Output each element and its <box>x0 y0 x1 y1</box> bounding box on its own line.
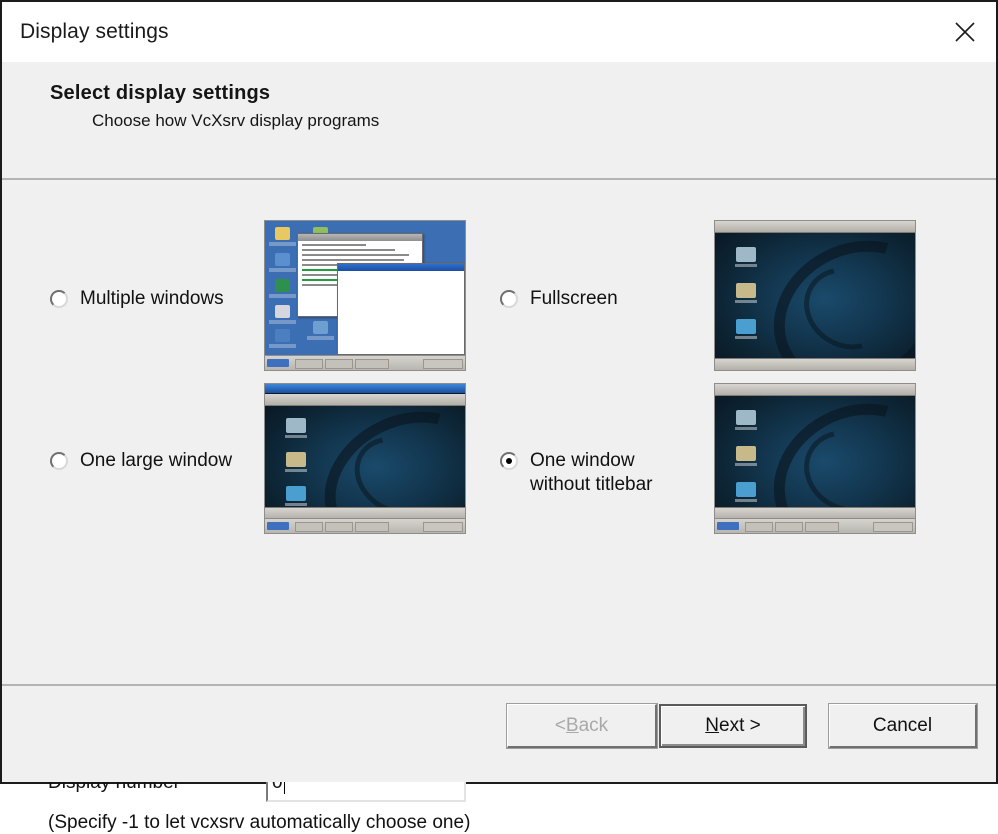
option-label-fullscreen: Fullscreen <box>530 288 618 309</box>
option-fullscreen[interactable]: Fullscreen <box>500 287 618 311</box>
debian-desktop-no-titlebar-preview[interactable] <box>714 383 916 534</box>
debian-desktop-windowed-preview[interactable] <box>264 383 466 534</box>
desktop-icon <box>269 279 296 298</box>
option-one-window-without-titlebar[interactable]: One window without titlebar <box>500 449 653 497</box>
preview-taskbar <box>265 355 465 370</box>
desktop-icon-home <box>285 452 307 472</box>
option-label-one-large-window: One large window <box>80 450 233 471</box>
preview-taskbar <box>715 358 915 370</box>
desktop-icon-computer <box>285 418 307 438</box>
preview-menubar <box>265 394 465 406</box>
next-button-accel: N <box>705 715 719 736</box>
window-title: Display settings <box>20 20 169 43</box>
next-button-rest: ext > <box>719 715 761 736</box>
back-button-rest: ack <box>578 714 609 736</box>
preview-desktop <box>715 221 915 370</box>
preview-start-button <box>267 522 289 530</box>
debian-desktop-preview[interactable] <box>714 220 916 371</box>
back-button-accel: B <box>565 714 579 736</box>
option-label-one-window-without-titlebar: One window without titlebar <box>530 450 653 495</box>
preview-window-titlebar <box>338 264 464 271</box>
preview-window-titlebar <box>265 384 465 393</box>
desktop-icon-computer <box>735 410 757 430</box>
desktop-icon <box>269 227 296 246</box>
preview-start-button <box>717 522 739 530</box>
preview-menubar <box>715 221 915 233</box>
preview-desktop <box>265 221 465 356</box>
page-title: Select display settings <box>50 82 271 104</box>
desktop-icon-trash <box>285 486 307 506</box>
dialog-footer: < Back Next > Cancel <box>2 684 996 782</box>
multiple-windows-preview[interactable] <box>264 220 466 371</box>
dialog-body: Multiple windows Fullscreen One large wi… <box>2 180 996 833</box>
display-number-hint: (Specify -1 to let vcxsrv automatically … <box>48 812 471 833</box>
desktop-icon-trash <box>735 319 757 339</box>
preview-system-tray <box>423 359 463 369</box>
preview-desktop <box>715 384 915 533</box>
back-button[interactable]: < Back <box>506 703 658 749</box>
close-icon[interactable] <box>934 2 996 62</box>
header-band: Select display settings Choose how VcXsr… <box>2 62 996 180</box>
cancel-button-label: Cancel <box>872 714 933 736</box>
radio-fullscreen[interactable] <box>500 290 518 308</box>
option-multiple-windows[interactable]: Multiple windows <box>50 287 224 311</box>
desktop-icon <box>269 329 296 348</box>
preview-windows-taskbar <box>265 518 465 533</box>
preview-system-tray <box>423 522 463 532</box>
radio-one-large-window[interactable] <box>50 452 68 470</box>
preview-window-titlebar <box>298 234 422 241</box>
page-subtitle: Choose how VcXsrv display programs <box>92 111 380 130</box>
preview-wallpaper <box>715 233 915 370</box>
desktop-icon-home <box>735 446 757 466</box>
option-label-multiple-windows: Multiple windows <box>80 288 224 309</box>
preview-menubar <box>715 384 915 396</box>
desktop-icon <box>269 253 296 272</box>
preview-window-front <box>337 263 465 355</box>
desktop-icon-trash <box>735 482 757 502</box>
radio-one-window-without-titlebar[interactable] <box>500 452 518 470</box>
preview-start-button <box>267 359 289 367</box>
preview-system-tray <box>873 522 913 532</box>
radio-multiple-windows[interactable] <box>50 290 68 308</box>
option-one-large-window[interactable]: One large window <box>50 449 232 473</box>
desktop-icon-computer <box>735 247 757 267</box>
cancel-button[interactable]: Cancel <box>828 703 978 749</box>
display-settings-dialog: Display settings Select display settings… <box>0 0 998 833</box>
desktop-icon <box>269 305 296 324</box>
preview-windows-taskbar <box>715 518 915 533</box>
desktop-icon <box>307 321 334 340</box>
next-button[interactable]: Next > <box>659 704 807 748</box>
titlebar: Display settings <box>2 2 996 62</box>
back-button-prefix: < <box>554 714 566 736</box>
preview-desktop <box>265 384 465 533</box>
desktop-icon-home <box>735 283 757 303</box>
